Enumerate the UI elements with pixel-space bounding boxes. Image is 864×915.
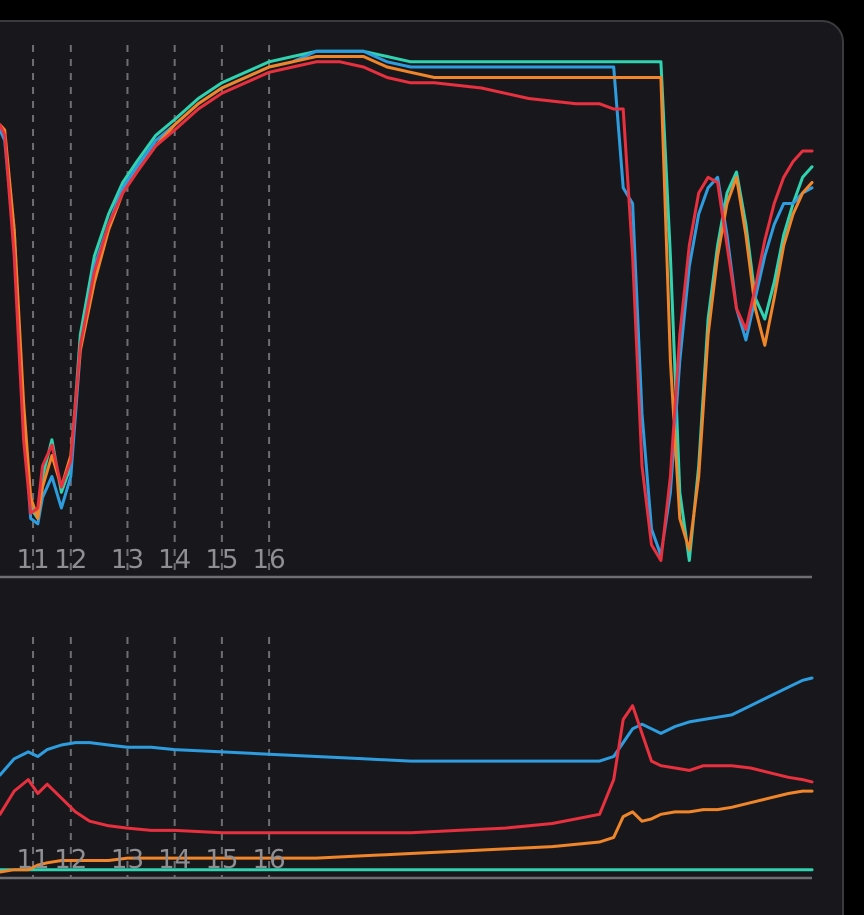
x-tick-label-13: 13 [111, 845, 144, 875]
x-tick-label-11: 11 [16, 845, 49, 875]
x-tick-label-14: 14 [158, 545, 191, 575]
x-tick-label-16: 16 [253, 845, 286, 875]
screen: 11 12 13 14 15 16 11 12 13 14 15 16 [0, 0, 864, 915]
series-line-0 [0, 49, 814, 562]
series-line-3 [0, 704, 814, 835]
x-tick-label-15: 15 [205, 845, 238, 875]
series-line-3 [0, 60, 814, 562]
x-tick-label-12: 12 [54, 845, 87, 875]
x-tick-label-14: 14 [158, 845, 191, 875]
series-line-1 [0, 49, 814, 557]
x-tick-label-13: 13 [111, 545, 144, 575]
series-line-1 [0, 676, 814, 777]
charts-svg: 11 12 13 14 15 16 11 12 13 14 15 16 [0, 45, 814, 880]
x-tick-label-12: 12 [54, 545, 87, 575]
x-tick-label-16: 16 [253, 545, 286, 575]
bottom-line-chart: 11 12 13 14 15 16 [0, 637, 814, 880]
x-tick-label-11: 11 [16, 545, 49, 575]
x-tick-label-15: 15 [205, 545, 238, 575]
series-line-2 [0, 55, 814, 552]
top-line-chart: 11 12 13 14 15 16 [0, 45, 814, 579]
